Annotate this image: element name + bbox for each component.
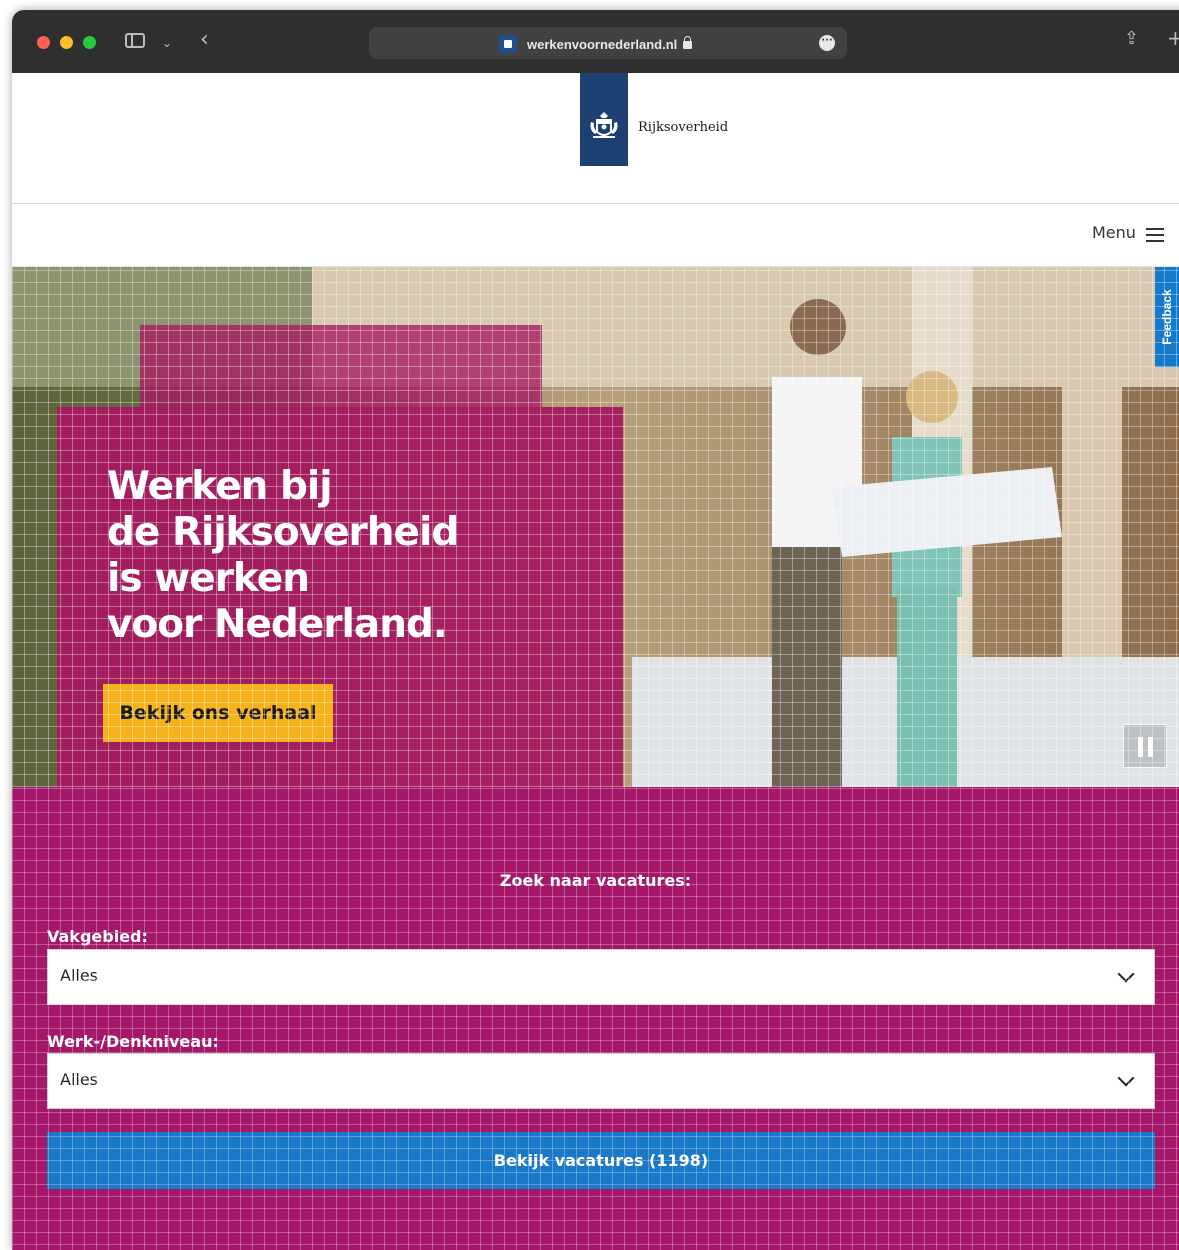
werk-denkniveau-select[interactable]: Alles [47,1053,1155,1109]
vakgebied-value: Alles [60,966,99,985]
hero-banner: Werken bij de Rijksoverheid is werken vo… [12,267,1179,787]
chevron-down-icon [1117,965,1135,983]
chevron-down-icon [1117,1069,1135,1087]
crest-icon [590,112,618,138]
site-header: Rijksoverheid [12,73,1179,204]
minimize-window-button[interactable] [60,36,73,49]
hero-title-line: voor Nederland. [107,602,448,647]
browser-window: ⌄ ‹ werkenvoornederland.nl ··· ⇪ + Rijks… [12,10,1179,1250]
bekijk-vacatures-button[interactable]: Bekijk vacatures (1198) [47,1132,1155,1189]
werk-denkniveau-value: Alles [60,1070,99,1089]
search-title: Zoek naar vacatures: [499,871,692,890]
url-text: werkenvoornederland.nl [527,36,678,52]
hamburger-icon[interactable] [1146,228,1164,242]
logo-wordmark: Rijksoverheid [638,120,729,135]
sidebar-icon[interactable] [125,33,145,48]
vacancy-search-section: Zoek naar vacatures: Vakgebied: Alles We… [12,787,1179,1250]
share-icon[interactable]: ⇪ [1124,30,1139,48]
back-icon[interactable]: ‹ [200,29,209,51]
werk-denkniveau-label: Werk-/Denkniveau: [47,1032,219,1051]
chevron-down-icon[interactable]: ⌄ [162,34,172,52]
more-icon[interactable]: ··· [819,35,835,51]
hero-title-line: de Rijksoverheid [107,510,459,555]
pause-video-button[interactable] [1123,724,1167,768]
site-favicon-icon [499,35,517,53]
navbar: Menu [12,204,1179,267]
browser-titlebar: ⌄ ‹ werkenvoornederland.nl ··· ⇪ + [12,10,1179,73]
menu-button-label[interactable]: Menu [1092,223,1136,242]
bekijk-ons-verhaal-button[interactable]: Bekijk ons verhaal [103,684,333,742]
lock-icon [683,36,693,49]
close-window-button[interactable] [37,36,50,49]
maximize-window-button[interactable] [83,36,96,49]
vakgebied-select[interactable]: Alles [47,949,1155,1005]
new-tab-icon[interactable]: + [1167,28,1179,48]
hero-accent-block [140,325,542,407]
rijksoverheid-logo[interactable] [580,73,628,166]
hero-title-line: is werken [107,556,310,601]
feedback-label[interactable]: Feedback [1155,267,1179,367]
vakgebied-label: Vakgebied: [47,927,148,946]
hero-title-line: Werken bij [107,464,333,509]
address-bar[interactable]: werkenvoornederland.nl ··· [369,27,847,59]
hero-title: Werken bij de Rijksoverheid is werken vo… [107,464,607,648]
